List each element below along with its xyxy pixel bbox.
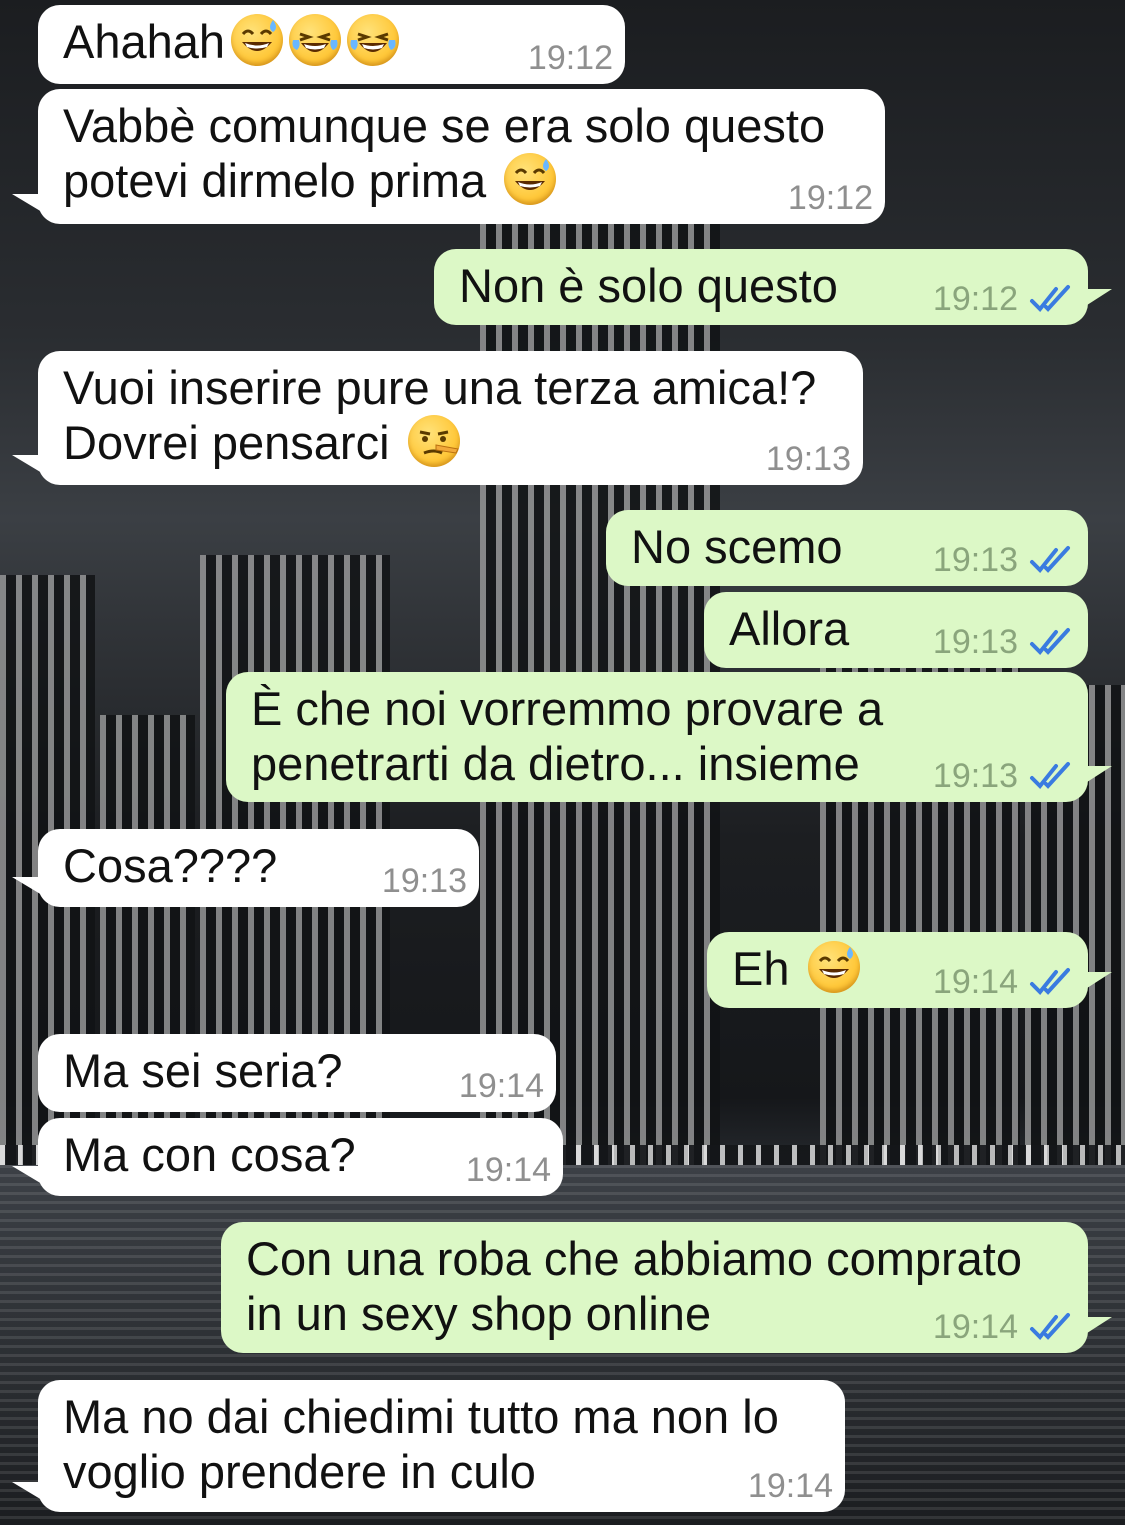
message-timestamp: 19:13 — [765, 440, 851, 478]
message-timestamp: 19:14 — [747, 1467, 833, 1505]
message-timestamp: 19:12 — [932, 280, 1018, 318]
read-receipt-icon — [1030, 546, 1070, 573]
outgoing-message[interactable]: È che noi vorremmo provare a penetrarti … — [226, 672, 1112, 802]
read-receipt-icon — [1030, 628, 1070, 655]
read-receipt-icon — [1030, 762, 1070, 789]
sweat-smile-icon — [504, 153, 557, 205]
read-receipt-icon — [1030, 1313, 1070, 1340]
message-text: Ahahah — [63, 14, 599, 69]
read-receipt-icon — [1030, 285, 1070, 312]
message-text: Ma no dai chiedimi tutto ma non lo vogli… — [63, 1390, 779, 1498]
message-timestamp: 19:13 — [932, 623, 1018, 661]
message-timestamp: 19:12 — [527, 39, 613, 77]
tears-of-joy-icon — [289, 14, 342, 66]
outgoing-message[interactable]: No scemo 19:13 — [606, 510, 1088, 586]
sweat-smile-icon — [231, 14, 284, 66]
outgoing-message[interactable]: Allora 19:13 — [704, 592, 1088, 668]
incoming-message[interactable]: Ma con cosa? 19:14 — [12, 1118, 563, 1196]
message-timestamp: 19:14 — [932, 1308, 1018, 1346]
sweat-smile-icon — [807, 941, 860, 993]
message-timestamp: 19:14 — [458, 1067, 544, 1105]
lying-face-icon — [407, 415, 460, 467]
incoming-message[interactable]: Vuoi inserire pure una terza amica!? Dov… — [12, 351, 863, 485]
message-text: Vuoi inserire pure una terza amica!? Dov… — [63, 361, 817, 469]
incoming-message[interactable]: Cosa???? 19:13 — [12, 829, 479, 907]
outgoing-message[interactable]: Con una roba che abbiamo comprato in un … — [221, 1222, 1112, 1353]
message-timestamp: 19:13 — [381, 862, 467, 900]
incoming-message[interactable]: Ma no dai chiedimi tutto ma non lo vogli… — [12, 1380, 845, 1512]
tears-of-joy-icon — [347, 14, 400, 66]
incoming-message[interactable]: Ahahah 19:12 — [38, 5, 625, 84]
message-timestamp: 19:12 — [787, 179, 873, 217]
read-receipt-icon — [1030, 968, 1070, 995]
message-timestamp: 19:14 — [932, 963, 1018, 1001]
outgoing-message[interactable]: Eh 19:14 — [707, 932, 1112, 1008]
outgoing-message[interactable]: Non è solo questo 19:12 — [434, 249, 1112, 325]
message-timestamp: 19:13 — [932, 541, 1018, 579]
message-text: Vabbè comunque se era solo questo potevi… — [63, 99, 826, 207]
incoming-message[interactable]: Ma sei seria? 19:14 — [38, 1034, 556, 1112]
incoming-message[interactable]: Vabbè comunque se era solo questo potevi… — [12, 89, 885, 224]
message-timestamp: 19:14 — [465, 1151, 551, 1189]
message-timestamp: 19:13 — [932, 757, 1018, 795]
